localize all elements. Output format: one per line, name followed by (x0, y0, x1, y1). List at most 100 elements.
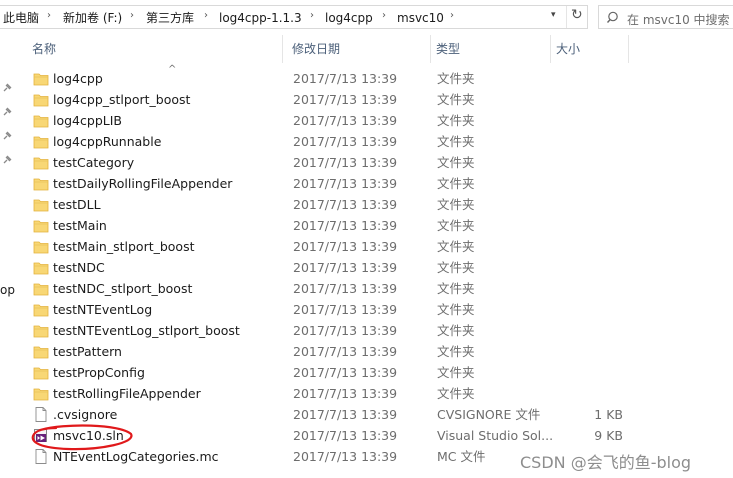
file-type: 文件夹 (437, 386, 475, 401)
file-date: 2017/7/13 13:39 (293, 281, 398, 296)
file-size (548, 218, 623, 233)
file-row[interactable]: testMain 2017/7/13 13:39 文件夹 (28, 215, 733, 236)
file-name: testNTEventLog (53, 302, 153, 317)
column-header-date[interactable]: 修改日期 (286, 35, 426, 63)
breadcrumb-item-msvc10[interactable]: msvc10 (397, 11, 444, 25)
file-size (548, 323, 623, 338)
file-row[interactable]: log4cpp 2017/7/13 13:39 文件夹 (28, 68, 733, 89)
search-input[interactable]: 在 msvc10 中搜索 (598, 5, 733, 29)
file-name: testMain_stlport_boost (53, 239, 195, 254)
navigation-pane[interactable]: op (0, 35, 16, 478)
file-date: 2017/7/13 13:39 (293, 323, 398, 338)
file-name: log4cpp_stlport_boost (53, 92, 191, 107)
file-row[interactable]: testPropConfig 2017/7/13 13:39 文件夹 (28, 362, 733, 383)
pin-icon[interactable] (2, 155, 12, 165)
folder-icon (33, 386, 49, 401)
file-size: 1 KB (594, 407, 623, 422)
file-size: 9 KB (594, 428, 623, 443)
file-row[interactable]: testNTEventLog_stlport_boost 2017/7/13 13… (28, 320, 733, 341)
folder-icon (33, 218, 49, 233)
chevron-right-icon[interactable]: › (382, 10, 386, 21)
file-name: .cvsignore (53, 407, 118, 422)
file-type: Visual Studio Sol... (437, 428, 554, 443)
file-row[interactable]: testCategory 2017/7/13 13:39 文件夹 (28, 152, 733, 173)
file-size (548, 71, 623, 86)
file-date: 2017/7/13 13:39 (293, 260, 398, 275)
file-date: 2017/7/13 13:39 (293, 113, 398, 128)
pin-icon[interactable] (2, 131, 12, 141)
nav-item-label[interactable]: op (0, 283, 15, 297)
file-name: log4cppLIB (53, 113, 122, 128)
file-name: testRollingFileAppender (53, 386, 201, 401)
column-header-size[interactable]: 大小 (550, 35, 630, 63)
folder-icon (33, 302, 49, 317)
file-type: 文件夹 (437, 113, 475, 128)
column-header-row: ^ 名称 修改日期 类型 大小 (16, 35, 733, 75)
file-date: 2017/7/13 13:39 (293, 71, 398, 86)
file-row[interactable]: testDLL 2017/7/13 13:39 文件夹 (28, 194, 733, 215)
file-date: 2017/7/13 13:39 (293, 365, 398, 380)
column-divider[interactable] (282, 35, 283, 63)
file-row[interactable]: testMain_stlport_boost 2017/7/13 13:39 文件夹 (28, 236, 733, 257)
folder-icon (33, 176, 49, 191)
folder-icon (33, 365, 49, 380)
chevron-right-icon[interactable]: › (204, 10, 208, 21)
file-size (548, 302, 623, 317)
breadcrumb-item-this-pc[interactable]: 此电脑 (3, 11, 39, 25)
file-date: 2017/7/13 13:39 (293, 92, 398, 107)
chevron-right-icon[interactable]: › (130, 10, 134, 21)
file-row[interactable]: .cvsignore 2017/7/13 13:39 CVSIGNORE 文件 1 K… (28, 404, 733, 425)
chevron-right-icon[interactable]: › (450, 10, 454, 21)
pin-icon[interactable] (2, 107, 12, 117)
search-placeholder: 在 msvc10 中搜索 (627, 13, 730, 27)
file-row[interactable]: log4cppLIB 2017/7/13 13:39 文件夹 (28, 110, 733, 131)
file-row[interactable]: testRollingFileAppender 2017/7/13 13:39 文件… (28, 383, 733, 404)
breadcrumb-item-log4cpp[interactable]: log4cpp (325, 11, 373, 25)
file-row[interactable]: testNDC_stlport_boost 2017/7/13 13:39 文件夹 (28, 278, 733, 299)
address-bar: 此电脑 › 新加卷 (F:) › 第三方库 › log4cpp-1.1.3 › … (0, 0, 733, 35)
search-icon (606, 11, 618, 23)
refresh-icon[interactable]: ↻ (571, 7, 583, 23)
file-date: 2017/7/13 13:39 (293, 302, 398, 317)
folder-icon (33, 260, 49, 275)
file-type: 文件夹 (437, 281, 475, 296)
file-date: 2017/7/13 13:39 (293, 428, 398, 443)
file-size (548, 176, 623, 191)
file-type: 文件夹 (437, 71, 475, 86)
file-size (548, 134, 623, 149)
column-header-name[interactable]: 名称 (26, 35, 276, 63)
chevron-right-icon[interactable]: › (310, 10, 314, 21)
file-type: 文件夹 (437, 302, 475, 317)
annotation-circle (31, 424, 133, 451)
file-type: 文件夹 (437, 155, 475, 170)
breadcrumb[interactable]: 此电脑 › 新加卷 (F:) › 第三方库 › log4cpp-1.1.3 › … (0, 5, 588, 29)
pin-icon[interactable] (2, 83, 12, 93)
file-type: 文件夹 (437, 365, 475, 380)
file-name: testPropConfig (53, 365, 145, 380)
file-date: 2017/7/13 13:39 (293, 386, 398, 401)
file-row[interactable]: testNTEventLog 2017/7/13 13:39 文件夹 (28, 299, 733, 320)
chevron-down-icon[interactable]: ▾ (551, 10, 556, 20)
file-date: 2017/7/13 13:39 (293, 239, 398, 254)
file-row[interactable]: testNDC 2017/7/13 13:39 文件夹 (28, 257, 733, 278)
column-divider[interactable] (628, 35, 629, 63)
file-size (548, 365, 623, 380)
breadcrumb-item-third-party[interactable]: 第三方库 (146, 11, 194, 25)
file-type: 文件夹 (437, 323, 475, 338)
file-name: testCategory (53, 155, 135, 170)
file-row[interactable]: log4cpp_stlport_boost 2017/7/13 13:39 文件夹 (28, 89, 733, 110)
file-row[interactable]: testDailyRollingFileAppender 2017/7/13 13… (28, 173, 733, 194)
watermark: CSDN @会飞的鱼-blog (520, 453, 692, 472)
file-name: testMain (53, 218, 107, 233)
breadcrumb-item-drive[interactable]: 新加卷 (F:) (63, 11, 122, 25)
file-size (548, 344, 623, 359)
folder-icon (33, 197, 49, 212)
column-header-type[interactable]: 类型 (430, 35, 548, 63)
file-row[interactable]: log4cppRunnable 2017/7/13 13:39 文件夹 (28, 131, 733, 152)
folder-icon (33, 239, 49, 254)
breadcrumb-item-log4cpp-version[interactable]: log4cpp-1.1.3 (219, 11, 302, 25)
chevron-right-icon[interactable]: › (47, 10, 51, 21)
file-row[interactable]: testPattern 2017/7/13 13:39 文件夹 (28, 341, 733, 362)
file-type: MC 文件 (437, 449, 486, 464)
file-date: 2017/7/13 13:39 (293, 407, 398, 422)
